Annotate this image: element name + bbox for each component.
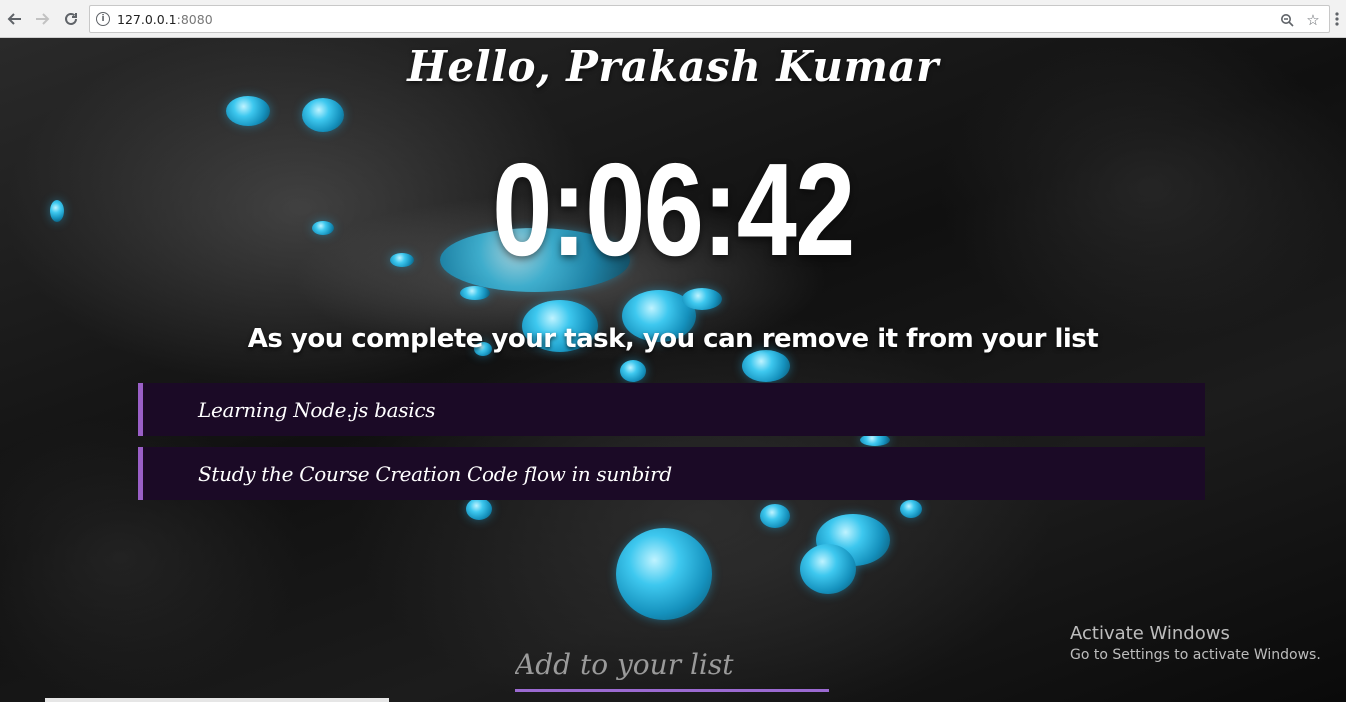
task-item[interactable]: Study the Course Creation Code flow in s… [138, 447, 1205, 500]
arrow-left-icon [7, 13, 21, 25]
arrow-right-icon [36, 13, 50, 25]
task-item[interactable]: Learning Node.js basics [138, 383, 1205, 436]
bottom-edge-strip [45, 698, 389, 702]
water-drop-decoration [226, 96, 270, 126]
water-drop-decoration [50, 200, 64, 222]
water-drop-decoration [302, 98, 344, 132]
star-icon[interactable]: ☆ [1303, 10, 1323, 30]
zoom-icon[interactable] [1277, 10, 1297, 30]
info-icon[interactable]: i [96, 12, 110, 26]
water-drop-decoration [616, 528, 712, 620]
water-drop-decoration [900, 500, 922, 518]
windows-activation-watermark: Activate Windows Go to Settings to activ… [1070, 623, 1321, 663]
back-button[interactable] [4, 8, 26, 30]
browser-toolbar: i 127.0.0.1:8080 ☆ [0, 0, 1346, 38]
water-drop-decoration [466, 498, 492, 520]
task-label: Learning Node.js basics [198, 397, 436, 422]
water-drop-decoration [800, 544, 856, 594]
url-text[interactable]: 127.0.0.1:8080 [117, 12, 213, 27]
water-drop-decoration [682, 288, 722, 310]
kebab-menu-icon[interactable] [1331, 8, 1343, 30]
address-bar[interactable]: i 127.0.0.1:8080 ☆ [89, 5, 1330, 33]
clock-display: 0:06:42 [492, 136, 855, 283]
page-background: Hello, Prakash Kumar 0:06:42 As you comp… [0, 38, 1346, 702]
add-task-input[interactable] [515, 640, 829, 692]
water-drop-decoration [620, 360, 646, 382]
watermark-title: Activate Windows [1070, 623, 1230, 644]
url-port: :8080 [176, 12, 213, 27]
instruction-text: As you complete your task, you can remov… [247, 324, 1099, 354]
water-drop-decoration [742, 350, 790, 382]
forward-button[interactable] [31, 8, 53, 30]
task-label: Study the Course Creation Code flow in s… [198, 461, 672, 486]
water-drop-decoration [760, 504, 790, 528]
water-drop-decoration [460, 286, 490, 300]
greeting-heading: Hello, Prakash Kumar [407, 42, 939, 91]
reload-button[interactable] [60, 8, 82, 30]
reload-icon [65, 12, 77, 25]
url-host: 127.0.0.1 [117, 12, 177, 27]
watermark-subtitle: Go to Settings to activate Windows. [1070, 647, 1321, 663]
